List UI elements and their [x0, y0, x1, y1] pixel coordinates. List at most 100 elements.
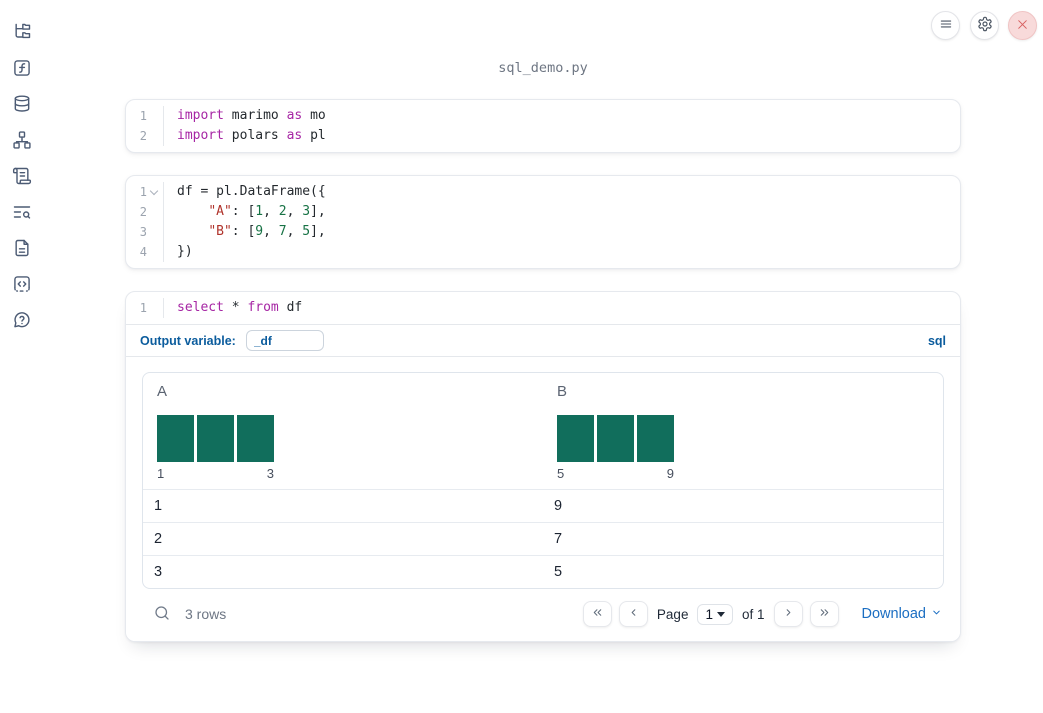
table-cell: 7: [543, 522, 943, 555]
sidebar-item-documentation[interactable]: [10, 237, 34, 261]
line-number: 2: [126, 202, 164, 222]
shutdown-button[interactable]: [1008, 11, 1037, 40]
table-row[interactable]: 35: [143, 555, 943, 588]
sql-code-editor[interactable]: 1 select * from df: [126, 292, 960, 324]
page-label: Page: [656, 606, 689, 622]
code-line[interactable]: 2 "A": [1, 2, 3],: [126, 202, 960, 222]
code-cell-dataframe[interactable]: 1 df = pl.DataFrame({2 "A": [1, 2, 3], 3 "…: [125, 175, 961, 269]
sql-cell[interactable]: 1select * from df Output variable: sql A…: [125, 291, 961, 642]
output-variable-label: Output variable:: [140, 333, 236, 348]
settings-button[interactable]: [970, 11, 999, 40]
sidebar-item-snippets[interactable]: [10, 273, 34, 297]
sidebar-item-logs[interactable]: [10, 201, 34, 225]
code-content[interactable]: select * from df: [164, 298, 302, 318]
histogram-bar: [237, 415, 274, 462]
sidebar-item-variables[interactable]: [10, 57, 34, 81]
code-line[interactable]: 1 df = pl.DataFrame({: [126, 182, 960, 202]
chevron-down-icon: [931, 606, 942, 622]
code-editor[interactable]: 1 import marimo as mo 2 import polars as pl: [126, 100, 960, 152]
table-cell: 3: [143, 555, 543, 588]
column-histogram: [157, 415, 529, 462]
code-line[interactable]: 4}): [126, 242, 960, 262]
sidebar-item-file-explorer[interactable]: [10, 21, 34, 45]
last-page-button[interactable]: [809, 601, 839, 627]
help-bubble-icon: [12, 310, 32, 333]
code-content[interactable]: df = pl.DataFrame({: [164, 182, 326, 202]
column-header-a[interactable]: A 13: [143, 373, 543, 489]
output-variable-input[interactable]: [245, 330, 324, 351]
line-number: 1: [126, 298, 164, 318]
code-line[interactable]: 1 import marimo as mo: [126, 106, 960, 126]
page-select-value: 1: [705, 606, 713, 622]
sidebar-item-datasources[interactable]: [10, 93, 34, 117]
table-row[interactable]: 27: [143, 522, 943, 555]
language-badge: sql: [927, 333, 946, 348]
dependency-graph-icon: [12, 130, 32, 153]
page-total-label: of 1: [741, 606, 765, 622]
sql-output-panel: A13B59 192735 3 rows Page 1 of 1 Downloa…: [126, 356, 960, 641]
code-line[interactable]: 1 select * from df: [126, 298, 960, 318]
sidebar: [0, 0, 44, 713]
histogram-bar: [637, 415, 674, 462]
page-select[interactable]: 1: [697, 603, 733, 625]
table-cell: 5: [543, 555, 943, 588]
code-editor[interactable]: 1 df = pl.DataFrame({2 "A": [1, 2, 3], 3 "…: [126, 176, 960, 268]
line-number: 3: [126, 222, 164, 242]
chevron-left-icon: [627, 606, 640, 622]
code-content[interactable]: "A": [1, 2, 3],: [164, 202, 325, 222]
fold-chevron-icon[interactable]: [149, 187, 159, 197]
code-snippet-icon: [12, 274, 32, 297]
histogram-bar: [157, 415, 194, 462]
row-count: 3 rows: [185, 606, 227, 622]
table-header-row: A 13 B 59: [143, 373, 943, 489]
column-name: B: [557, 383, 568, 400]
table-cell: 1: [143, 489, 543, 522]
code-content[interactable]: }): [164, 242, 193, 262]
line-number: 1: [126, 106, 164, 126]
table-cell: 9: [543, 489, 943, 522]
chevrons-right-icon: [818, 606, 831, 622]
code-content[interactable]: import polars as pl: [164, 126, 326, 146]
scroll-text-icon: [12, 166, 32, 189]
notebook-filename: sql_demo.py: [498, 60, 588, 76]
code-content[interactable]: import marimo as mo: [164, 106, 326, 126]
code-cell-imports[interactable]: 1 import marimo as mo 2 import polars as pl: [125, 99, 961, 153]
database-icon: [12, 94, 32, 117]
next-page-button[interactable]: [773, 601, 803, 627]
table-cell: 2: [143, 522, 543, 555]
download-label: Download: [861, 606, 927, 622]
previous-page-button[interactable]: [618, 601, 648, 627]
sidebar-item-scratchpad[interactable]: [10, 165, 34, 189]
chevron-right-icon: [782, 606, 795, 622]
folder-tree-icon: [12, 22, 32, 45]
line-number: 2: [126, 126, 164, 146]
download-button[interactable]: Download: [862, 606, 943, 622]
table-footer: 3 rows Page 1 of 1 Download: [142, 589, 944, 635]
file-text-icon: [12, 238, 32, 261]
table-row[interactable]: 19: [143, 489, 943, 522]
sql-cell-toolbar: Output variable: sql: [126, 324, 960, 356]
sidebar-item-dependency-graph[interactable]: [10, 129, 34, 153]
first-page-button[interactable]: [582, 601, 612, 627]
table-search-button[interactable]: [152, 604, 172, 624]
notebook: sql_demo.py 1 import marimo as mo 2 import …: [125, 0, 961, 664]
code-line[interactable]: 3 "B": [9, 7, 5],: [126, 222, 960, 242]
chevrons-left-icon: [591, 606, 604, 622]
pagination: Page 1 of 1 Download: [582, 601, 943, 627]
line-number: 1: [126, 182, 164, 202]
histogram-range-labels: 13: [157, 466, 274, 481]
settings-gear-icon: [977, 16, 993, 35]
code-content[interactable]: "B": [9, 7, 5],: [164, 222, 325, 242]
histogram-range-labels: 59: [557, 466, 674, 481]
function-square-icon: [12, 58, 32, 81]
list-search-icon: [12, 202, 32, 225]
sidebar-item-help[interactable]: [10, 309, 34, 333]
histogram-bar: [197, 415, 234, 462]
histogram-bar: [557, 415, 594, 462]
code-line[interactable]: 2 import polars as pl: [126, 126, 960, 146]
search-icon: [153, 606, 171, 625]
line-number: 4: [126, 242, 164, 262]
column-histogram: [557, 415, 929, 462]
column-name: A: [157, 383, 168, 400]
column-header-b[interactable]: B 59: [543, 373, 943, 489]
